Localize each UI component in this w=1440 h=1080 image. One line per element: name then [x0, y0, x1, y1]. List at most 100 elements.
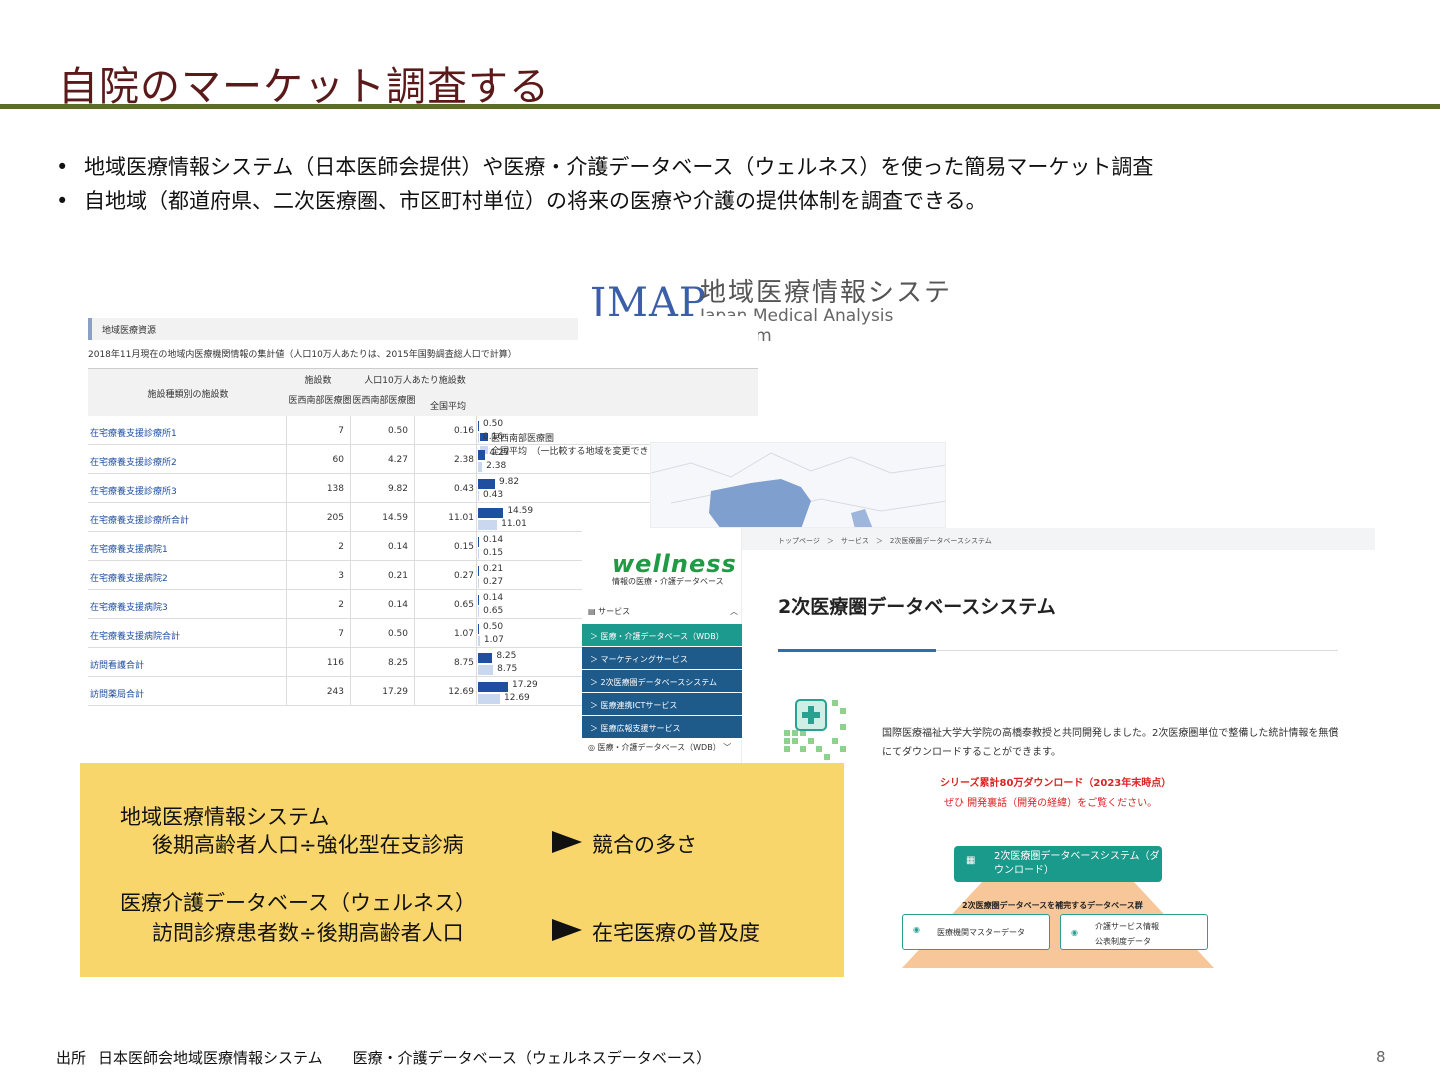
download-count-note: シリーズ累計80万ダウンロード（2023年末時点） [940, 778, 1172, 789]
national-cell: 0.16 [453, 426, 474, 436]
facility-name-link[interactable]: 在宅療養支援病院1 [90, 542, 168, 555]
master-data-box[interactable]: ◉ 医療機関マスターデータ [902, 914, 1050, 950]
count-cell: 138 [326, 484, 344, 494]
count-cell: 60 [332, 455, 344, 465]
region-bar-label: 8.25 [496, 651, 517, 661]
divider-accent [778, 649, 936, 652]
cell-divider [414, 648, 415, 677]
globe-icon: ◎ [588, 743, 598, 752]
db-icon: ◉ [913, 925, 920, 934]
national-cell: 0.65 [453, 600, 474, 610]
title-underline [0, 104, 1440, 109]
facility-name-link[interactable]: 在宅療養支援診療所3 [90, 484, 177, 497]
region-bar-label: 0.50 [483, 419, 504, 429]
care-service-label: 介護サービス情報 [1095, 922, 1159, 931]
care-service-box[interactable]: ◉ 介護サービス情報 公表制度データ [1060, 914, 1208, 950]
chevron-up-icon: ︿ [730, 607, 738, 616]
chevron-down-icon: ﹀ [723, 743, 732, 752]
care-service-label2: 公表制度データ [1095, 937, 1151, 946]
cell-divider [414, 677, 415, 706]
region-bar-label: 14.59 [507, 506, 534, 516]
wellness-description: 国際医療福祉大学大学院の高橋泰教授と共同開発しました。2次医療圏単位で整備した統… [882, 728, 1339, 758]
cell-divider [414, 416, 415, 445]
region-map-svg [651, 452, 945, 527]
national-cell: 0.43 [453, 484, 474, 494]
cell-divider [414, 590, 415, 619]
arrow-right-icon [552, 919, 582, 941]
region-cell: 9.82 [387, 484, 408, 494]
menu-item-ict[interactable]: ＞ 医療連携ICTサービス [582, 693, 742, 716]
region-bar-label: 0.14 [483, 535, 504, 545]
db-icon: ◉ [1071, 928, 1078, 937]
header-count: 施設数 [304, 376, 332, 386]
source-1: 日本医師会地域医療情報システム [98, 1049, 323, 1067]
menu-item-marketing[interactable]: ＞ マーケティングサービス [582, 647, 742, 670]
region-cell: 14.59 [382, 513, 408, 523]
menu-item-pr[interactable]: ＞ 医療広報支援サービス [582, 716, 742, 739]
national-bar [478, 549, 479, 559]
region-map [650, 442, 946, 528]
bullet-item: 地域医療情報システム（日本医師会提供）や医療・介護データベース（ウェルネス）を使… [56, 150, 1153, 184]
national-bar-label: 2.38 [486, 461, 507, 471]
summary-jmap-title: 地域医療情報システム [120, 805, 330, 829]
cell-divider [350, 474, 351, 503]
cell-divider [476, 503, 477, 532]
national-cell: 11.01 [448, 513, 474, 523]
region-bar [478, 479, 496, 489]
count-cell: 7 [338, 629, 344, 639]
cell-divider [414, 561, 415, 590]
jmap-table-note: 2018年11月現在の地域内医療機関情報の集計値（人口10万人あたりは、2015… [88, 350, 517, 360]
cell-divider [476, 532, 477, 561]
national-bar-label: 12.69 [504, 693, 530, 703]
menu-item-secondary-db[interactable]: ＞ 2次医療圏データベースシステム [582, 670, 742, 693]
cell-divider [414, 503, 415, 532]
database-icon [784, 699, 846, 760]
facility-name-link[interactable]: 訪問看護合計 [90, 658, 144, 671]
wellness-side-foot[interactable]: ◎ 医療・介護データベース（WDB） ﹀ [588, 742, 731, 753]
national-bar [478, 636, 480, 646]
story-link[interactable]: ぜひ 開発裏話（開発の経緯）をご覧ください。 [944, 794, 1157, 809]
cell-divider [286, 590, 287, 619]
services-label: サービス [598, 607, 631, 616]
summary-wellness-title: 医療介護データベース（ウェルネス） [120, 891, 476, 915]
table-row: 在宅療養支援診療所1 7 0.50 0.16 0.50 0.16 [88, 416, 758, 445]
cell-divider [350, 503, 351, 532]
facility-name-link[interactable]: 在宅療養支援診療所合計 [90, 513, 189, 526]
national-cell: 12.69 [448, 687, 474, 697]
cell-divider [286, 677, 287, 706]
facility-name-link[interactable]: 訪問薬局合計 [90, 687, 144, 700]
region-bar [478, 537, 479, 547]
cell-divider [286, 648, 287, 677]
facility-name-link[interactable]: 在宅療養支援病院合計 [90, 629, 180, 642]
cell-divider [414, 619, 415, 648]
download-button[interactable]: ▦ 2次医療圏データベースシステム（ダウンロード） [954, 846, 1162, 882]
facility-name-link[interactable]: 在宅療養支援病院3 [90, 600, 168, 613]
region-bar [478, 508, 504, 518]
menu-item-wdb[interactable]: ＞ 医療・介護データベース（WDB） [582, 624, 742, 647]
jmap-section-title: 地域医療資源 [88, 318, 578, 340]
facility-name-link[interactable]: 在宅療養支援診療所1 [90, 426, 177, 439]
cell-divider [286, 445, 287, 474]
bullet-item: 自地域（都道府県、二次医療圏、市区町村単位）の将来の医療や介護の提供体制を調査で… [56, 184, 1153, 218]
header-region2: 医西南部医療圏 [352, 396, 416, 406]
jmap-table-header: 施設種類別の施設数 施設数 人口10万人あたり施設数 医西南部医療圏 医西南部医… [88, 368, 758, 457]
cell-divider [350, 677, 351, 706]
source-label: 出所 [56, 1049, 87, 1067]
header-category: 施設種類別の施設数 [147, 390, 229, 400]
national-cell: 0.15 [453, 542, 474, 552]
cell-divider [476, 619, 477, 648]
facility-name-link[interactable]: 在宅療養支援病院2 [90, 571, 168, 584]
cell-divider [350, 619, 351, 648]
region-cell: 0.14 [387, 600, 408, 610]
national-cell: 8.75 [453, 658, 474, 668]
download-icon: ▦ [966, 855, 976, 866]
national-bar-label: 0.27 [483, 577, 504, 587]
facility-name-link[interactable]: 在宅療養支援診療所2 [90, 455, 177, 468]
wellness-services-header[interactable]: ▤ サービス ︿ [588, 606, 738, 617]
region-bar [478, 595, 479, 605]
region-bar-label: 9.82 [499, 477, 520, 487]
national-bar [478, 491, 479, 501]
cell-divider [476, 561, 477, 590]
cell-divider [476, 590, 477, 619]
summary-wellness-formula: 訪問診療患者数÷後期高齢者人口 [152, 921, 464, 945]
